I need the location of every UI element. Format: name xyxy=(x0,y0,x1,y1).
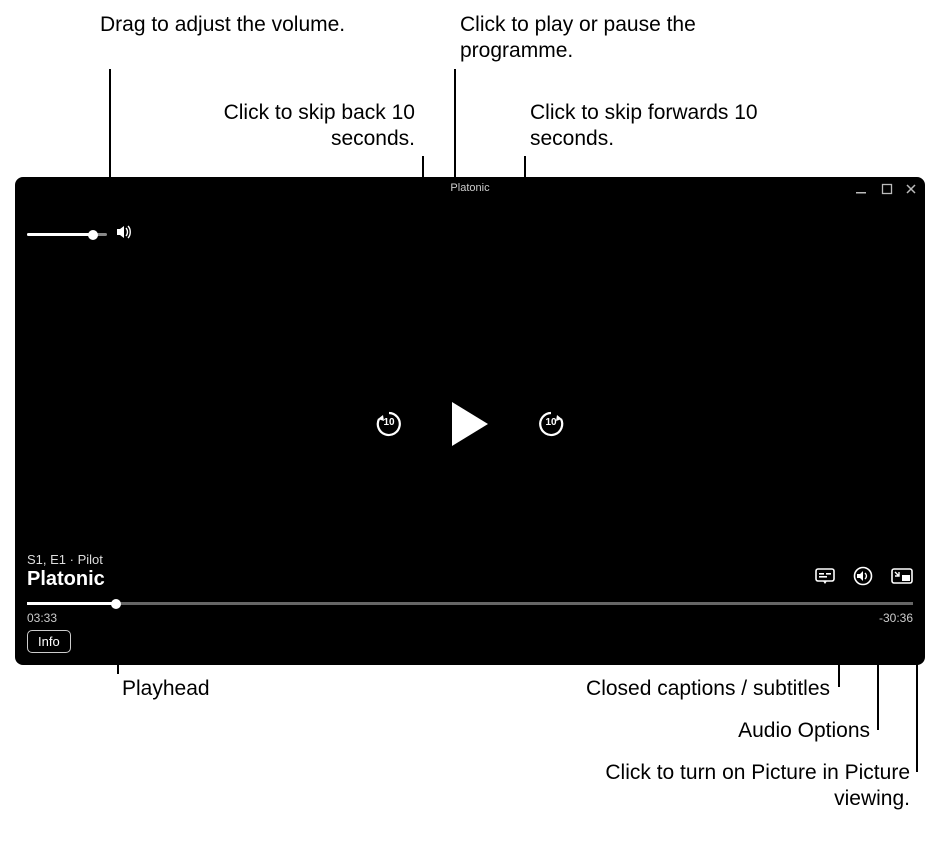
callout-skip-back: Click to skip back 10 seconds. xyxy=(155,100,415,153)
callout-skip-forward: Click to skip forwards 10 seconds. xyxy=(530,100,810,153)
playhead-thumb[interactable] xyxy=(111,599,121,609)
episode-meta: S1, E1 · Pilot xyxy=(27,552,103,567)
callout-cc: Closed captions / subtitles xyxy=(460,676,830,702)
callout-audio-options: Audio Options xyxy=(580,718,870,744)
playback-controls: 10 10 xyxy=(374,402,566,446)
volume-thumb[interactable] xyxy=(88,230,98,240)
audio-options-icon[interactable] xyxy=(853,566,873,591)
skip-forward-button[interactable]: 10 xyxy=(536,409,566,439)
callout-playhead: Playhead xyxy=(122,676,210,702)
callout-pip: Click to turn on Picture in Picture view… xyxy=(580,760,910,813)
right-controls xyxy=(815,566,913,591)
minimize-icon[interactable] xyxy=(855,182,867,200)
callout-play-pause: Click to play or pause the programme. xyxy=(460,12,740,65)
skip-back-label: 10 xyxy=(374,417,404,428)
title-bar: Platonic xyxy=(15,177,925,201)
volume-fill xyxy=(27,233,93,236)
progress-fill xyxy=(27,602,116,605)
video-player-window: Platonic 10 10 S1, E1 · Pilot Plato xyxy=(15,177,925,665)
callout-volume: Drag to adjust the volume. xyxy=(100,12,360,38)
info-button[interactable]: Info xyxy=(27,630,71,653)
play-button[interactable] xyxy=(452,402,488,446)
skip-back-button[interactable]: 10 xyxy=(374,409,404,439)
time-elapsed: 03:33 xyxy=(27,611,57,625)
programme-title: Platonic xyxy=(27,568,105,591)
progress-track[interactable] xyxy=(27,602,913,605)
time-remaining: -30:36 xyxy=(879,611,913,625)
window-title: Platonic xyxy=(450,182,489,194)
volume-control[interactable] xyxy=(27,223,133,246)
subtitles-icon[interactable] xyxy=(815,568,835,589)
close-icon[interactable] xyxy=(905,182,917,200)
maximize-icon[interactable] xyxy=(881,182,893,200)
skip-forward-label: 10 xyxy=(536,417,566,428)
volume-track[interactable] xyxy=(27,233,107,236)
pip-icon[interactable] xyxy=(891,568,913,589)
speaker-icon[interactable] xyxy=(115,223,133,246)
